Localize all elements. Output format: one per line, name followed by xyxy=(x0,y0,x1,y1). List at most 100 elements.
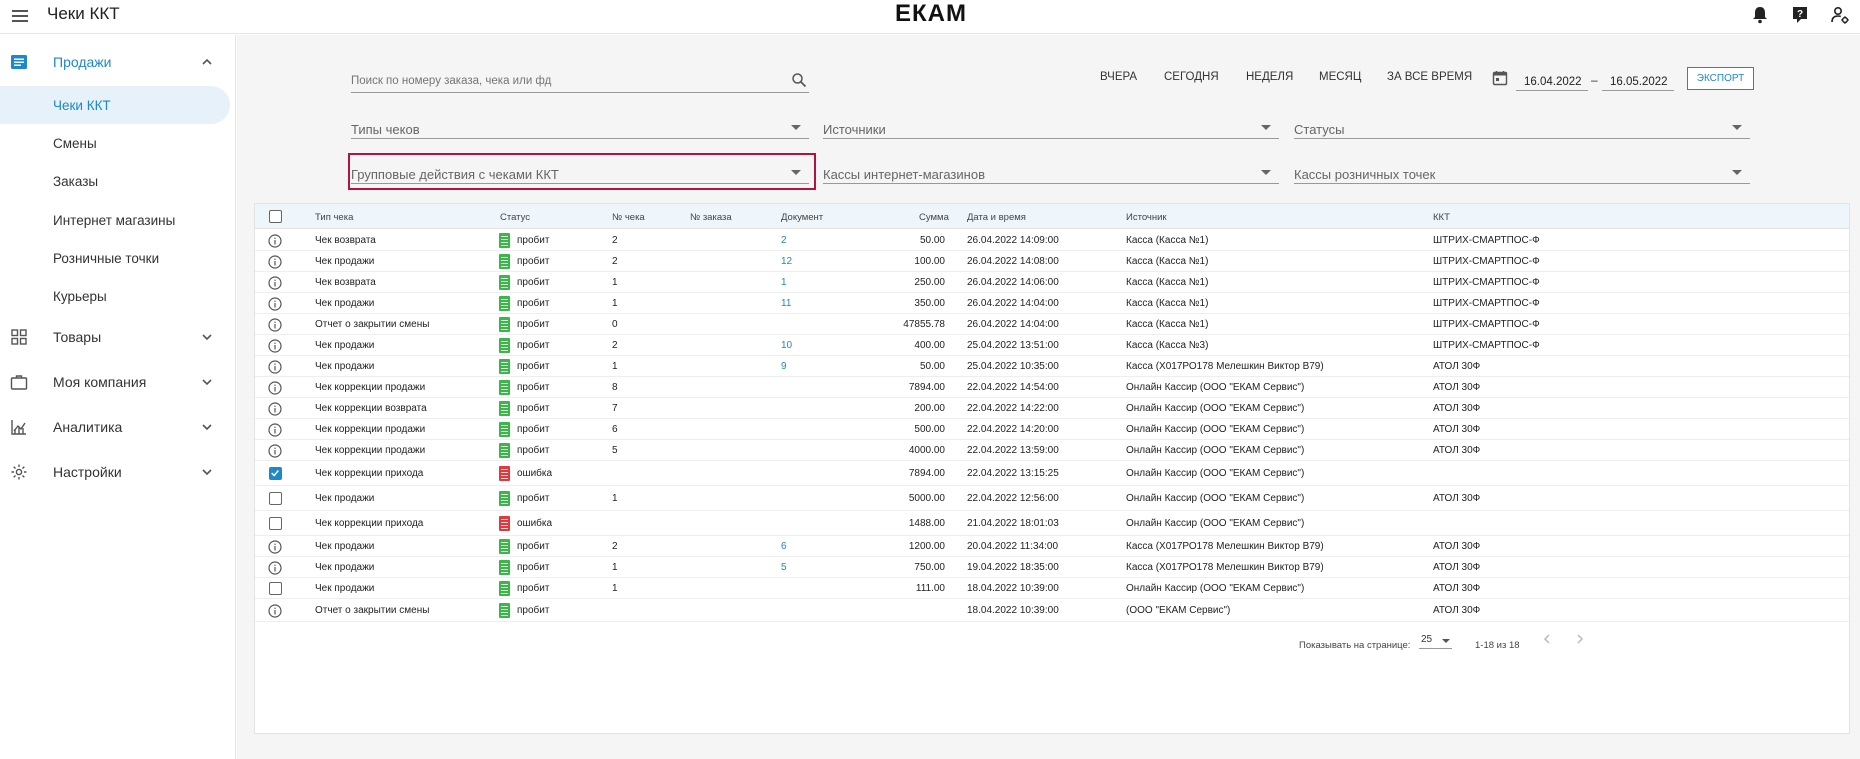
sidebar-item-retail-points[interactable]: Розничные точки xyxy=(0,239,230,277)
cell-document-link[interactable]: 12 xyxy=(781,256,792,267)
receipt-types-select[interactable]: Типы чеков xyxy=(351,117,809,139)
user-settings-icon[interactable] xyxy=(1830,5,1850,25)
cell-source: (ООО "ЕКАМ Сервис") xyxy=(1126,605,1231,616)
info-icon[interactable] xyxy=(268,604,282,618)
search-field[interactable] xyxy=(351,71,809,93)
row-checkbox[interactable] xyxy=(269,582,282,595)
cell-document-link[interactable]: 10 xyxy=(781,340,792,351)
sidebar-item-receipts[interactable]: Чеки ККТ xyxy=(0,86,230,124)
table-row[interactable]: Чек возврата пробит 2 2 50.00 26.04.2022… xyxy=(255,230,1849,251)
info-icon[interactable] xyxy=(268,444,282,458)
search-icon[interactable] xyxy=(791,72,807,88)
hamburger-menu-icon[interactable] xyxy=(10,6,30,26)
column-header-document[interactable]: Документ xyxy=(781,212,823,223)
period-today-button[interactable]: СЕГОДНЯ xyxy=(1164,71,1219,83)
info-icon[interactable] xyxy=(268,381,282,395)
cell-kkt: АТОЛ 30Ф xyxy=(1433,493,1481,504)
table-row[interactable]: Чек продажи пробит 1 111.00 18.04.2022 1… xyxy=(255,578,1849,599)
cell-sum: 250.00 xyxy=(914,277,945,288)
table-row[interactable]: Чек продажи пробит 2 10 400.00 25.04.202… xyxy=(255,335,1849,356)
cell-document-link[interactable]: 1 xyxy=(781,277,787,288)
bell-icon[interactable] xyxy=(1750,5,1770,25)
cell-document-link[interactable]: 6 xyxy=(781,541,787,552)
cell-document-link[interactable]: 5 xyxy=(781,562,787,573)
cell-kkt: ШТРИХ-СМАРТПОС-Ф xyxy=(1433,256,1540,267)
column-header-status[interactable]: Статус xyxy=(500,212,530,223)
period-yesterday-button[interactable]: ВЧЕРА xyxy=(1100,71,1137,83)
table-row[interactable]: Чек коррекции продажи пробит 5 4000.00 2… xyxy=(255,440,1849,461)
per-page-select[interactable]: 25 xyxy=(1419,631,1452,649)
column-header-order-number[interactable]: № заказа xyxy=(690,212,732,223)
cell-kkt: АТОЛ 30Ф xyxy=(1433,583,1481,594)
cell-document-link[interactable]: 11 xyxy=(781,298,791,309)
info-icon[interactable] xyxy=(268,423,282,437)
table-row[interactable]: Чек продажи пробит 1 5000.00 22.04.2022 … xyxy=(255,486,1849,511)
table-row[interactable]: Отчет о закрытии смены пробит 0 47855.78… xyxy=(255,314,1849,335)
search-input[interactable] xyxy=(351,71,771,87)
table-row[interactable]: Чек коррекции продажи пробит 8 7894.00 2… xyxy=(255,377,1849,398)
column-header-type[interactable]: Тип чека xyxy=(315,212,353,223)
export-button[interactable]: ЭКСПОРТ xyxy=(1687,67,1754,90)
sources-select[interactable]: Источники xyxy=(823,117,1279,139)
sidebar-group-products[interactable]: Товары xyxy=(0,318,236,356)
online-shop-registers-select[interactable]: Кассы интернет-магазинов xyxy=(823,162,1279,184)
row-checkbox[interactable] xyxy=(269,467,282,480)
info-icon[interactable] xyxy=(268,297,282,311)
period-week-button[interactable]: НЕДЕЛЯ xyxy=(1246,71,1293,83)
date-to-field[interactable]: 16.05.2022 xyxy=(1602,71,1674,91)
select-all-checkbox[interactable] xyxy=(269,210,282,223)
column-header-datetime[interactable]: Дата и время xyxy=(967,212,1026,223)
table-row[interactable]: Чек продажи пробит 2 12 100.00 26.04.202… xyxy=(255,251,1849,272)
period-all-time-button[interactable]: ЗА ВСЕ ВРЕМЯ xyxy=(1387,71,1472,83)
help-icon[interactable]: ? xyxy=(1790,5,1810,25)
info-icon[interactable] xyxy=(268,360,282,374)
table-row[interactable]: Чек продажи пробит 2 6 1200.00 20.04.202… xyxy=(255,536,1849,557)
info-icon[interactable] xyxy=(268,540,282,554)
table-row[interactable]: Чек коррекции возврата пробит 7 200.00 2… xyxy=(255,398,1849,419)
receipt-success-icon xyxy=(499,560,510,575)
table-row[interactable]: Чек возврата пробит 1 1 250.00 26.04.202… xyxy=(255,272,1849,293)
sidebar-item-orders[interactable]: Заказы xyxy=(0,162,230,200)
cell-document-link[interactable]: 9 xyxy=(781,361,787,372)
cell-document-link[interactable]: 2 xyxy=(781,235,787,246)
cell-type: Чек продажи xyxy=(315,298,375,309)
cell-receipt-number: 1 xyxy=(612,583,618,594)
cell-type: Чек коррекции прихода xyxy=(315,518,424,529)
sidebar-item-shifts[interactable]: Смены xyxy=(0,124,230,162)
info-icon[interactable] xyxy=(268,276,282,290)
table-row[interactable]: Отчет о закрытии смены пробит 18.04.2022… xyxy=(255,599,1849,622)
retail-registers-select[interactable]: Кассы розничных точек xyxy=(1294,162,1750,184)
row-checkbox[interactable] xyxy=(269,492,282,505)
period-month-button[interactable]: МЕСЯЦ xyxy=(1319,71,1361,83)
table-row[interactable]: Чек коррекции прихода ошибка 7894.00 22.… xyxy=(255,461,1849,486)
sidebar-group-company[interactable]: Моя компания xyxy=(0,363,236,401)
table-row[interactable]: Чек продажи пробит 1 5 750.00 19.04.2022… xyxy=(255,557,1849,578)
sidebar-group-sales[interactable]: Продажи xyxy=(0,43,236,81)
previous-page-icon[interactable] xyxy=(1540,632,1554,646)
info-icon[interactable] xyxy=(268,339,282,353)
info-icon[interactable] xyxy=(268,561,282,575)
column-header-receipt-number[interactable]: № чека xyxy=(612,212,645,223)
table-row[interactable]: Чек продажи пробит 1 11 350.00 26.04.202… xyxy=(255,293,1849,314)
row-checkbox[interactable] xyxy=(269,517,282,530)
column-header-kkt[interactable]: ККТ xyxy=(1433,212,1450,223)
table-row[interactable]: Чек коррекции продажи пробит 6 500.00 22… xyxy=(255,419,1849,440)
statuses-select[interactable]: Статусы xyxy=(1294,117,1750,139)
ekam-logo[interactable]: ЕКАМ xyxy=(895,0,967,28)
date-from-field[interactable]: 16.04.2022 xyxy=(1516,71,1588,91)
info-icon[interactable] xyxy=(268,255,282,269)
info-icon[interactable] xyxy=(268,318,282,332)
info-icon[interactable] xyxy=(268,402,282,416)
sidebar-group-analytics[interactable]: Аналитика xyxy=(0,408,236,446)
column-header-sum[interactable]: Сумма xyxy=(919,212,949,223)
calendar-icon[interactable] xyxy=(1492,70,1508,86)
info-icon[interactable] xyxy=(268,234,282,248)
column-header-source[interactable]: Источник xyxy=(1126,212,1167,223)
table-row[interactable]: Чек коррекции прихода ошибка 1488.00 21.… xyxy=(255,511,1849,536)
sidebar-group-settings[interactable]: Настройки xyxy=(0,453,236,491)
sidebar-item-couriers[interactable]: Курьеры xyxy=(0,277,230,315)
sidebar: Продажи Чеки ККТ Смены Заказы Интернет м… xyxy=(0,35,236,759)
sidebar-item-online-shops[interactable]: Интернет магазины xyxy=(0,201,230,239)
next-page-icon[interactable] xyxy=(1573,632,1587,646)
table-row[interactable]: Чек продажи пробит 1 9 50.00 25.04.2022 … xyxy=(255,356,1849,377)
